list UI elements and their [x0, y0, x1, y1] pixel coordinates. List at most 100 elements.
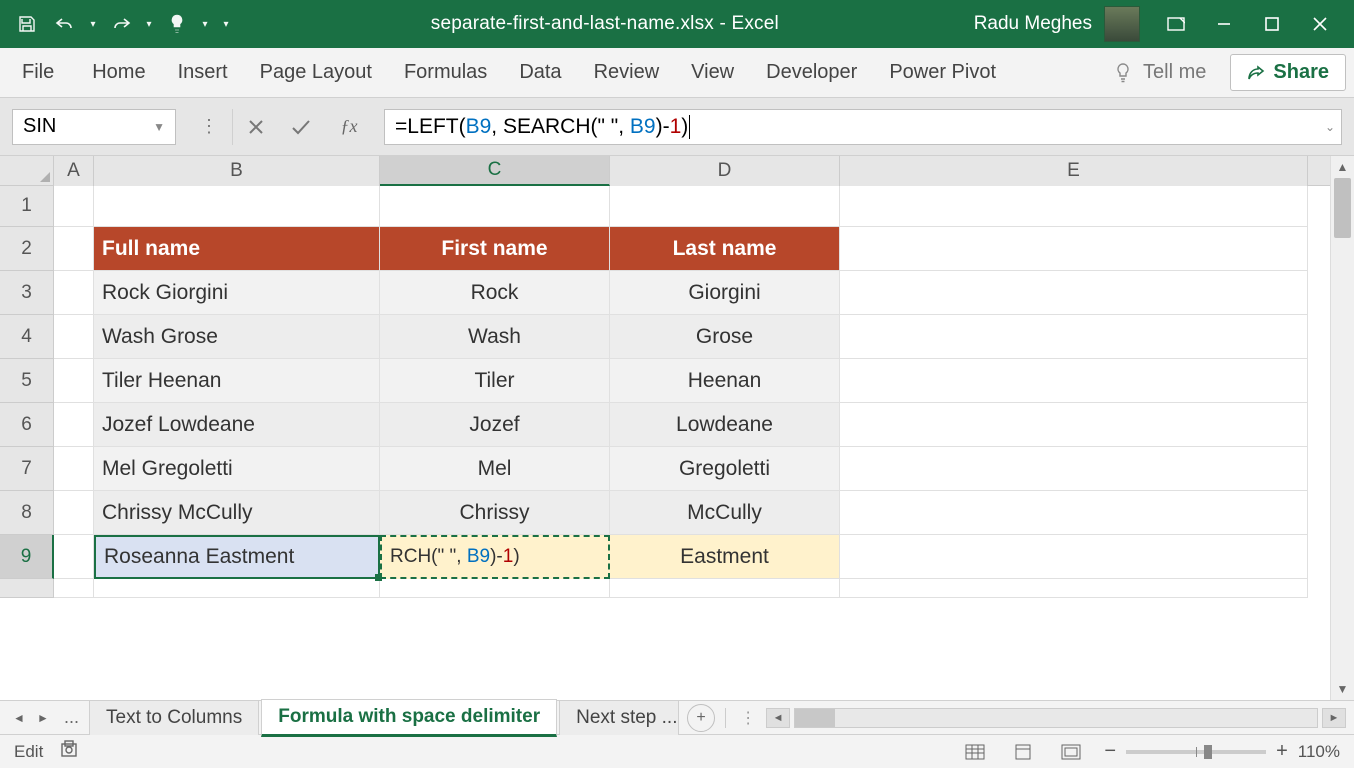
cell[interactable] [54, 579, 94, 598]
cell[interactable] [840, 315, 1308, 359]
cell[interactable] [54, 535, 94, 579]
zoom-slider[interactable] [1126, 750, 1266, 754]
formula-bar-expand-icon[interactable]: ⌄ [1325, 120, 1335, 134]
cell[interactable] [380, 186, 610, 227]
cell[interactable] [840, 447, 1308, 491]
cell-first[interactable]: Tiler [380, 359, 610, 403]
cell-first[interactable]: Wash [380, 315, 610, 359]
hscroll-thumb[interactable] [795, 709, 835, 727]
cell[interactable] [610, 186, 840, 227]
user-name[interactable]: Radu Meghes [974, 13, 1092, 35]
hscroll-right-icon[interactable]: ► [1322, 708, 1346, 728]
tab-formulas[interactable]: Formulas [388, 48, 503, 98]
sheet-nav-next-icon[interactable]: ► [32, 707, 54, 729]
row-header-10[interactable] [0, 579, 54, 598]
sheet-tab[interactable]: Text to Columns [89, 700, 259, 735]
maximize-button[interactable] [1248, 4, 1296, 44]
view-page-layout-icon[interactable] [1008, 740, 1038, 764]
row-header-9[interactable]: 9 [0, 535, 54, 579]
new-sheet-button[interactable]: + [687, 704, 715, 732]
name-box[interactable]: SIN ▼ [12, 109, 176, 145]
cell-full[interactable]: Chrissy McCully [94, 491, 380, 535]
cell-first[interactable]: Mel [380, 447, 610, 491]
undo-dropdown-icon[interactable]: ▾ [86, 8, 100, 40]
ribbon-display-options-icon[interactable] [1152, 4, 1200, 44]
scroll-thumb[interactable] [1334, 178, 1351, 238]
insert-function-button[interactable]: ƒx [324, 116, 374, 137]
row-header-1[interactable]: 1 [0, 186, 54, 227]
cell-full[interactable]: Wash Grose [94, 315, 380, 359]
ideas-dropdown-icon[interactable]: ▾ [198, 8, 212, 40]
tell-me-search[interactable]: Tell me [1097, 61, 1222, 85]
hscroll-track[interactable] [794, 708, 1318, 728]
cell-first[interactable]: Jozef [380, 403, 610, 447]
selection-handle[interactable] [375, 574, 382, 581]
view-normal-icon[interactable] [960, 740, 990, 764]
zoom-out-button[interactable]: − [1104, 740, 1116, 763]
column-header-c[interactable]: C [380, 156, 610, 186]
zoom-level[interactable]: 110% [1298, 742, 1340, 762]
column-header-e[interactable]: E [840, 156, 1308, 186]
cell[interactable] [54, 227, 94, 271]
cell-first[interactable]: Rock [380, 271, 610, 315]
tab-developer[interactable]: Developer [750, 48, 873, 98]
vertical-scrollbar[interactable]: ▲ ▼ [1330, 156, 1354, 700]
tab-view[interactable]: View [675, 48, 750, 98]
undo-icon[interactable] [48, 8, 82, 40]
cell[interactable] [840, 403, 1308, 447]
ideas-icon[interactable] [160, 8, 194, 40]
cell-full[interactable]: Jozef Lowdeane [94, 403, 380, 447]
cell[interactable] [840, 186, 1308, 227]
close-button[interactable] [1296, 4, 1344, 44]
view-page-break-icon[interactable] [1056, 740, 1086, 764]
tab-power-pivot[interactable]: Power Pivot [873, 48, 1012, 98]
cell[interactable] [54, 186, 94, 227]
sheet-tab-active[interactable]: Formula with space delimiter [261, 699, 557, 737]
qat-customize-icon[interactable]: ▾ [216, 8, 236, 40]
hscroll-left-icon[interactable]: ◄ [766, 708, 790, 728]
cell[interactable] [840, 535, 1308, 579]
zoom-in-button[interactable]: + [1276, 740, 1288, 763]
minimize-button[interactable] [1200, 4, 1248, 44]
redo-icon[interactable] [104, 8, 138, 40]
redo-dropdown-icon[interactable]: ▾ [142, 8, 156, 40]
cell[interactable] [380, 579, 610, 598]
zoom-slider-thumb[interactable] [1204, 745, 1212, 759]
column-header-b[interactable]: B [94, 156, 380, 186]
enter-formula-button[interactable] [278, 109, 324, 145]
tab-drag-handle-icon[interactable]: ⋮ [736, 708, 760, 728]
cell-last[interactable]: Giorgini [610, 271, 840, 315]
sheet-tab[interactable]: Next step ... [559, 700, 679, 735]
cell[interactable] [54, 359, 94, 403]
column-header-d[interactable]: D [610, 156, 840, 186]
cell[interactable] [54, 315, 94, 359]
cell-full[interactable]: Mel Gregoletti [94, 447, 380, 491]
formula-input[interactable]: =LEFT(B9, SEARCH(" ", B9)-1) ⌄ [384, 109, 1342, 145]
cell-last[interactable]: Heenan [610, 359, 840, 403]
cell-last[interactable]: Lowdeane [610, 403, 840, 447]
tab-insert[interactable]: Insert [162, 48, 244, 98]
cell[interactable] [54, 491, 94, 535]
share-button[interactable]: Share [1230, 54, 1346, 91]
tab-home[interactable]: Home [76, 48, 161, 98]
cell[interactable] [54, 403, 94, 447]
sheet-nav-prev-icon[interactable]: ◄ [8, 707, 30, 729]
scroll-track[interactable] [1331, 178, 1354, 678]
row-header-3[interactable]: 3 [0, 271, 54, 315]
cell[interactable] [610, 579, 840, 598]
cell[interactable] [54, 447, 94, 491]
row-header-4[interactable]: 4 [0, 315, 54, 359]
macro-record-icon[interactable] [61, 740, 83, 763]
column-header-a[interactable]: A [54, 156, 94, 186]
tab-page-layout[interactable]: Page Layout [244, 48, 388, 98]
cell-last[interactable]: Gregoletti [610, 447, 840, 491]
save-icon[interactable] [10, 8, 44, 40]
cell-formula-editing[interactable]: RCH(" ", B9)-1) [380, 535, 610, 579]
cell-last[interactable]: Grose [610, 315, 840, 359]
cell[interactable] [840, 271, 1308, 315]
tab-review[interactable]: Review [578, 48, 676, 98]
cell-last[interactable]: Eastment [610, 535, 840, 579]
scroll-up-icon[interactable]: ▲ [1331, 156, 1354, 178]
name-box-dropdown-icon[interactable]: ▼ [153, 120, 165, 134]
row-header-5[interactable]: 5 [0, 359, 54, 403]
